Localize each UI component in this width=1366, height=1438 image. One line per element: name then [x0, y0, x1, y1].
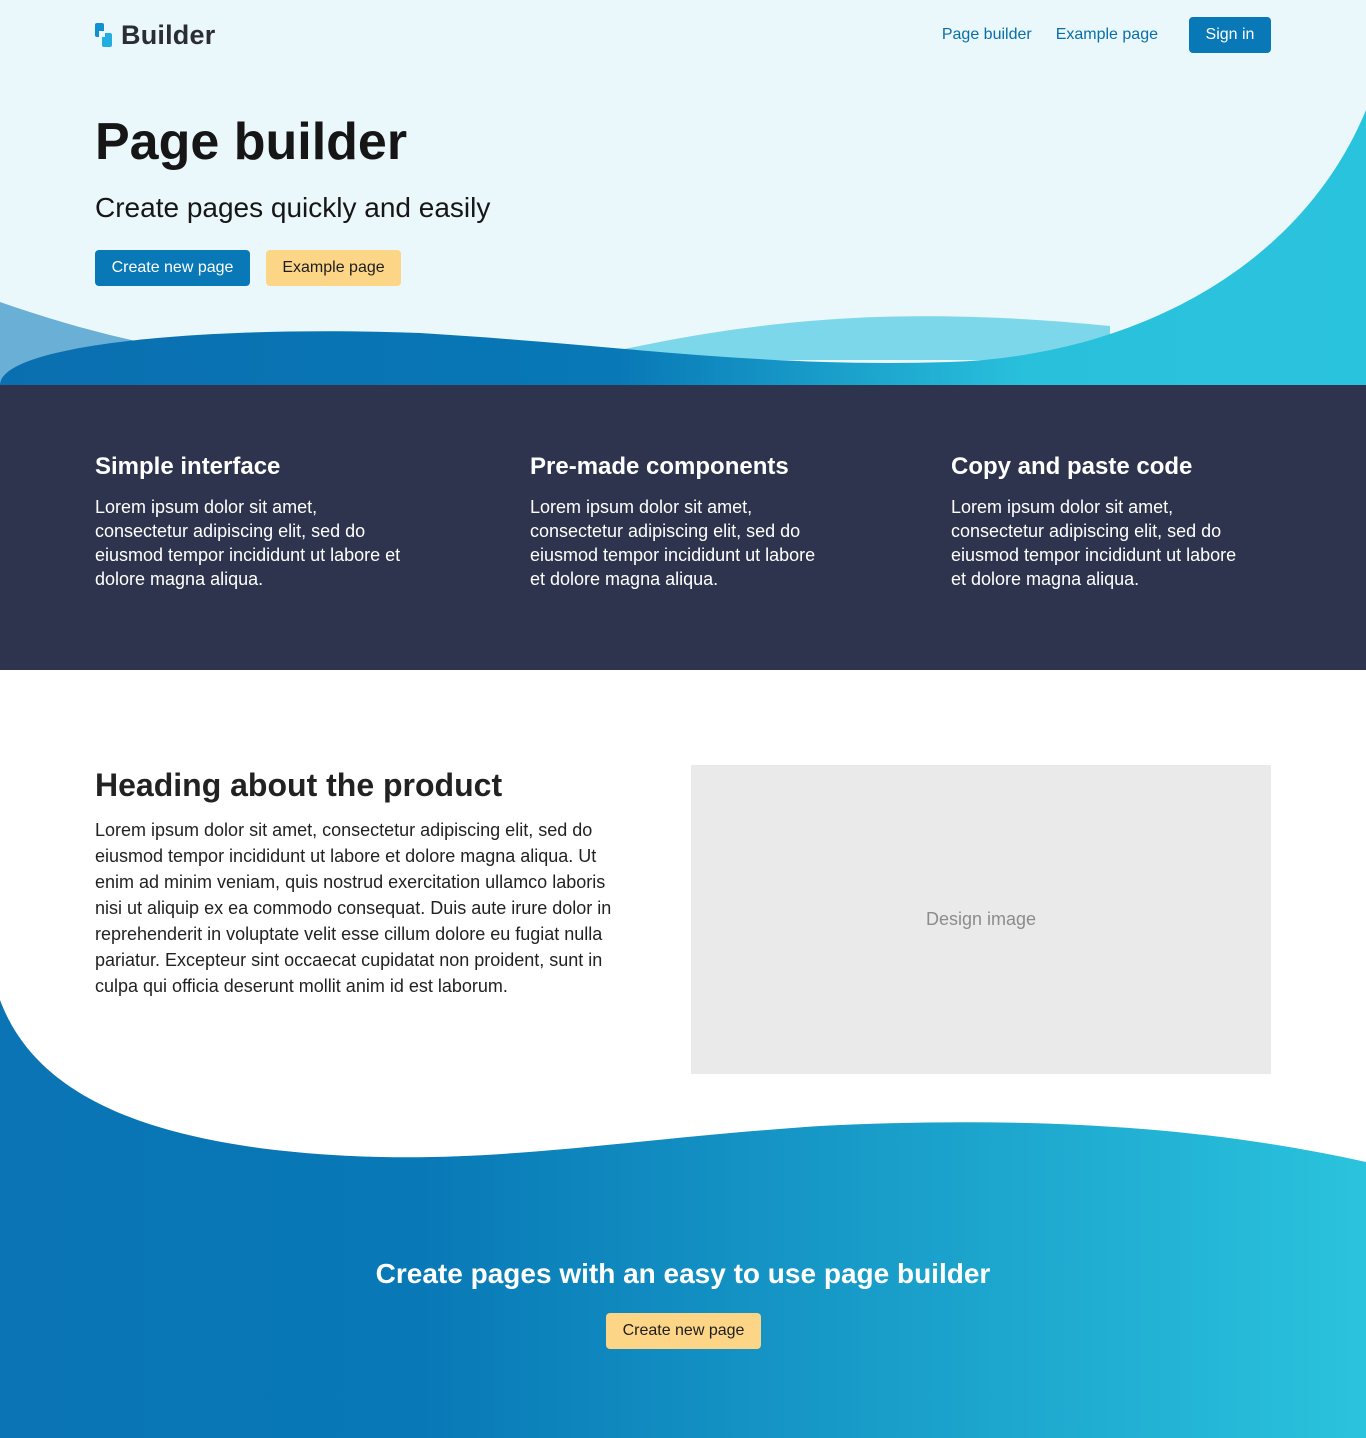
feature-text: Lorem ipsum dolor sit amet, consectetur …: [530, 497, 816, 589]
feature-copy-and-paste-code: Copy and paste code Lorem ipsum dolor si…: [951, 451, 1251, 591]
feature-title: Pre-made components: [530, 453, 789, 480]
cta-heading: Create pages with an easy to use page bu…: [375, 1258, 991, 1289]
feature-title: Simple interface: [95, 453, 281, 480]
feature-pre-made-components: Pre-made components Lorem ipsum dolor si…: [530, 451, 830, 591]
features-section: Simple interface Lorem ipsum dolor sit a…: [0, 385, 1366, 670]
logo[interactable]: Builder: [95, 19, 216, 50]
nav-link-example-page[interactable]: Example page: [1056, 26, 1158, 44]
hero-title: Page builder: [95, 113, 408, 171]
logo-text: Builder: [121, 19, 216, 50]
feature-title: Copy and paste code: [951, 453, 1193, 480]
sign-in-button[interactable]: Sign in: [1189, 17, 1271, 53]
feature-simple-interface: Simple interface Lorem ipsum dolor sit a…: [95, 451, 405, 591]
example-page-button[interactable]: Example page: [266, 250, 401, 286]
feature-text: Lorem ipsum dolor sit amet, consectetur …: [951, 497, 1237, 589]
create-new-page-button[interactable]: Create new page: [95, 250, 250, 286]
hero-buttons: Create new page Example page: [95, 250, 401, 286]
hero-subtitle: Create pages quickly and easily: [95, 192, 491, 223]
design-image-label: Design image: [925, 909, 1037, 929]
top-navigation: Builder Page builder Example page Sign i…: [95, 17, 1271, 53]
design-image-placeholder: Design image: [691, 765, 1271, 1074]
cta-create-new-page-button[interactable]: Create new page: [606, 1313, 761, 1349]
product-text: Lorem ipsum dolor sit amet, consectetur …: [95, 820, 612, 996]
product-heading: Heading about the product: [95, 767, 503, 803]
nav-link-page-builder[interactable]: Page builder: [942, 26, 1032, 44]
builder-logo-icon: [95, 23, 112, 47]
nav-links: Page builder Example page Sign in: [942, 17, 1271, 53]
hero-section: Builder Page builder Example page Sign i…: [0, 0, 1366, 385]
feature-text: Lorem ipsum dolor sit amet, consectetur …: [95, 497, 401, 589]
